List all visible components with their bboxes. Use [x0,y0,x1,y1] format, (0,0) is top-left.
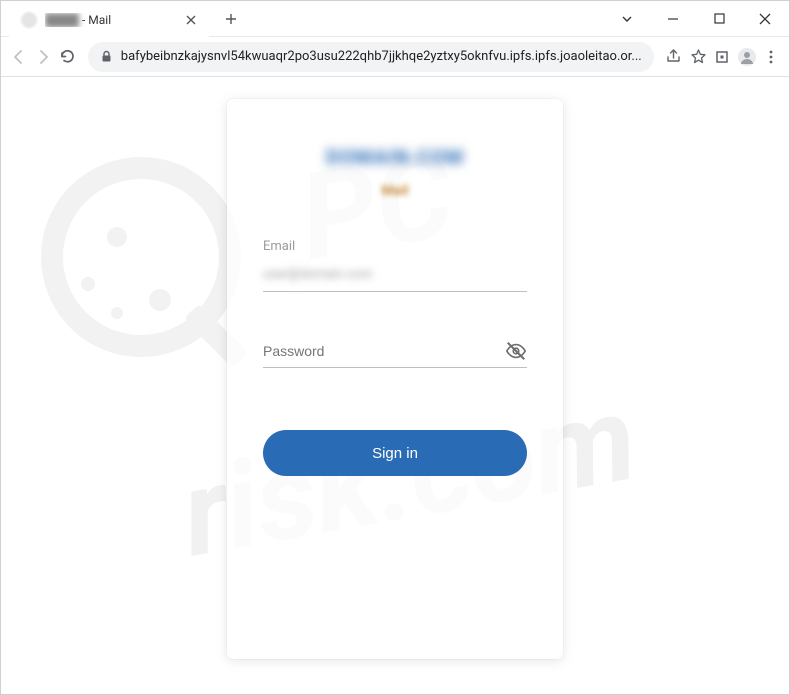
forward-button[interactable] [33,41,53,73]
password-group [263,334,527,368]
address-bar[interactable]: bafybeibnzkajysnvl54kwuaqr2po3usu222qhb7… [88,42,654,72]
email-row: user@domain.com [263,258,527,292]
tab-title: ████ - Mail [45,13,183,27]
back-button[interactable] [9,41,29,73]
maximize-button[interactable] [699,4,739,34]
password-field[interactable] [263,334,505,367]
card-header: DOMAIN.COM Mail [263,145,527,199]
login-card: DOMAIN.COM Mail Email user@domain.com Si [227,99,563,659]
card-brand-title: DOMAIN.COM [263,145,527,169]
browser-toolbar: bafybeibnzkajysnvl54kwuaqr2po3usu222qhb7… [1,37,789,77]
profile-avatar-icon[interactable] [737,41,757,73]
browser-tab[interactable]: ████ - Mail [9,3,209,37]
email-label: Email [263,239,527,254]
new-tab-button[interactable] [217,5,245,33]
tab-favicon-icon [21,12,37,28]
window-controls [607,4,789,34]
chevron-down-icon[interactable] [607,4,647,34]
minimize-button[interactable] [653,4,693,34]
password-row [263,334,527,368]
titlebar: ████ - Mail [1,1,789,37]
card-subtitle: Mail [381,183,408,199]
email-group: Email user@domain.com [263,239,527,292]
reload-button[interactable] [58,41,78,73]
share-icon[interactable] [664,41,684,73]
tab-close-button[interactable] [183,12,199,28]
sign-in-button[interactable]: Sign in [263,430,527,476]
lock-icon [100,50,113,63]
bookmark-star-icon[interactable] [688,41,708,73]
close-window-button[interactable] [745,4,785,34]
menu-dots-icon[interactable] [761,41,781,73]
page-content: PC risk.com DOMAIN.COM Mail Email user@d… [1,77,789,694]
visibility-off-icon[interactable] [505,340,527,362]
email-field[interactable]: user@domain.com [263,267,372,282]
extensions-icon[interactable] [712,41,732,73]
url-text: bafybeibnzkajysnvl54kwuaqr2po3usu222qhb7… [121,49,642,64]
browser-window: ████ - Mail [0,0,790,695]
